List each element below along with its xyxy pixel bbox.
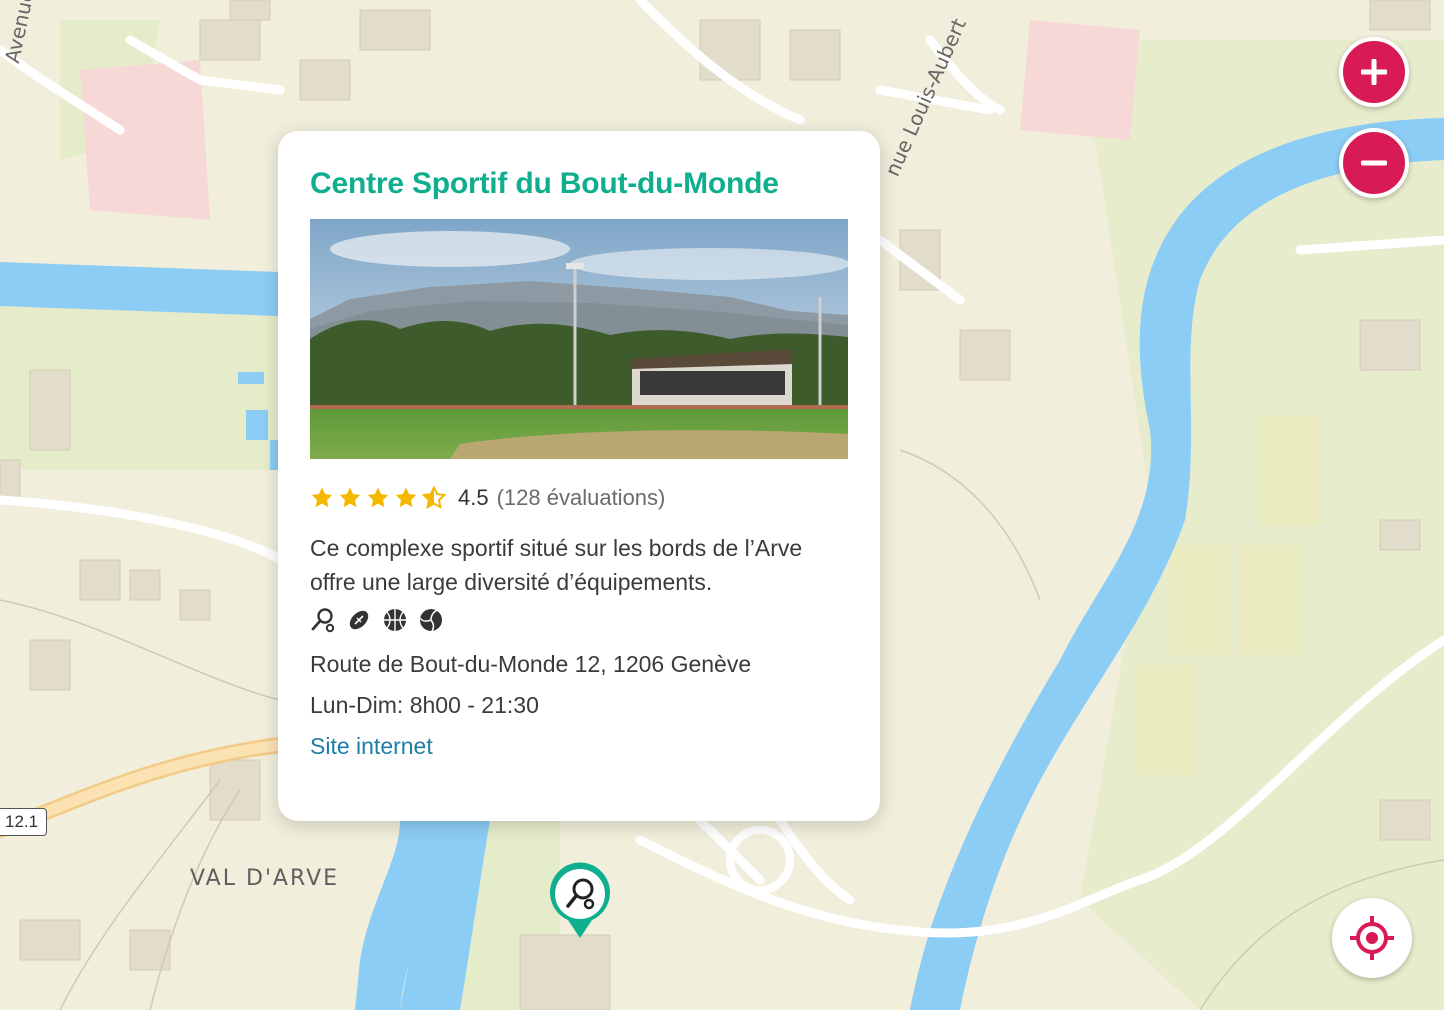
sports-field — [1135, 665, 1195, 775]
minus-icon — [1361, 160, 1387, 166]
table-tennis-marker-icon — [550, 862, 610, 938]
landuse-area — [80, 60, 210, 220]
half-star-icon — [422, 486, 446, 510]
table-tennis-icon — [311, 608, 335, 633]
rugby-ball-icon — [349, 610, 369, 630]
pond — [246, 410, 268, 440]
locate-me-button[interactable] — [1332, 898, 1412, 978]
rating-count: (128 évaluations) — [496, 485, 666, 510]
sports-field — [1260, 415, 1320, 525]
star-icon — [395, 487, 417, 508]
rating-value: 4.5 — [458, 485, 489, 510]
rating-stars — [310, 486, 446, 510]
opening-hours: Lun-Dim: 8h00 - 21:30 — [310, 692, 539, 718]
place-description: Ce complexe sportif situé sur les bords … — [310, 535, 803, 595]
zoom-out-button[interactable] — [1339, 128, 1409, 198]
plus-icon — [1361, 59, 1387, 85]
sport-icons — [310, 607, 848, 633]
map-marker[interactable] — [548, 862, 612, 940]
landuse-area — [1020, 20, 1140, 140]
star-icon — [311, 487, 333, 508]
road-number-shield: 12.1 — [0, 808, 48, 836]
zoom-in-button[interactable] — [1339, 37, 1409, 107]
pond — [238, 372, 264, 384]
star-icon — [339, 487, 361, 508]
star-icon — [367, 487, 389, 508]
sports-field — [1170, 545, 1230, 655]
place-popup: Centre Sportif du Bout-du-Monde 4.5 (128… — [278, 131, 880, 821]
place-label: VAL D'ARVE — [190, 866, 340, 891]
popup-title: Centre Sportif du Bout-du-Monde — [310, 167, 779, 200]
place-address: Route de Bout-du-Monde 12, 1206 Genève — [310, 651, 752, 677]
sports-field — [1240, 545, 1300, 655]
basketball-icon — [384, 609, 406, 631]
volleyball-icon — [419, 609, 442, 632]
rating-row: 4.5 (128 évaluations) — [310, 485, 848, 511]
website-link[interactable]: Site internet — [310, 733, 433, 760]
place-photo — [310, 219, 848, 459]
crosshair-icon — [1350, 916, 1394, 960]
